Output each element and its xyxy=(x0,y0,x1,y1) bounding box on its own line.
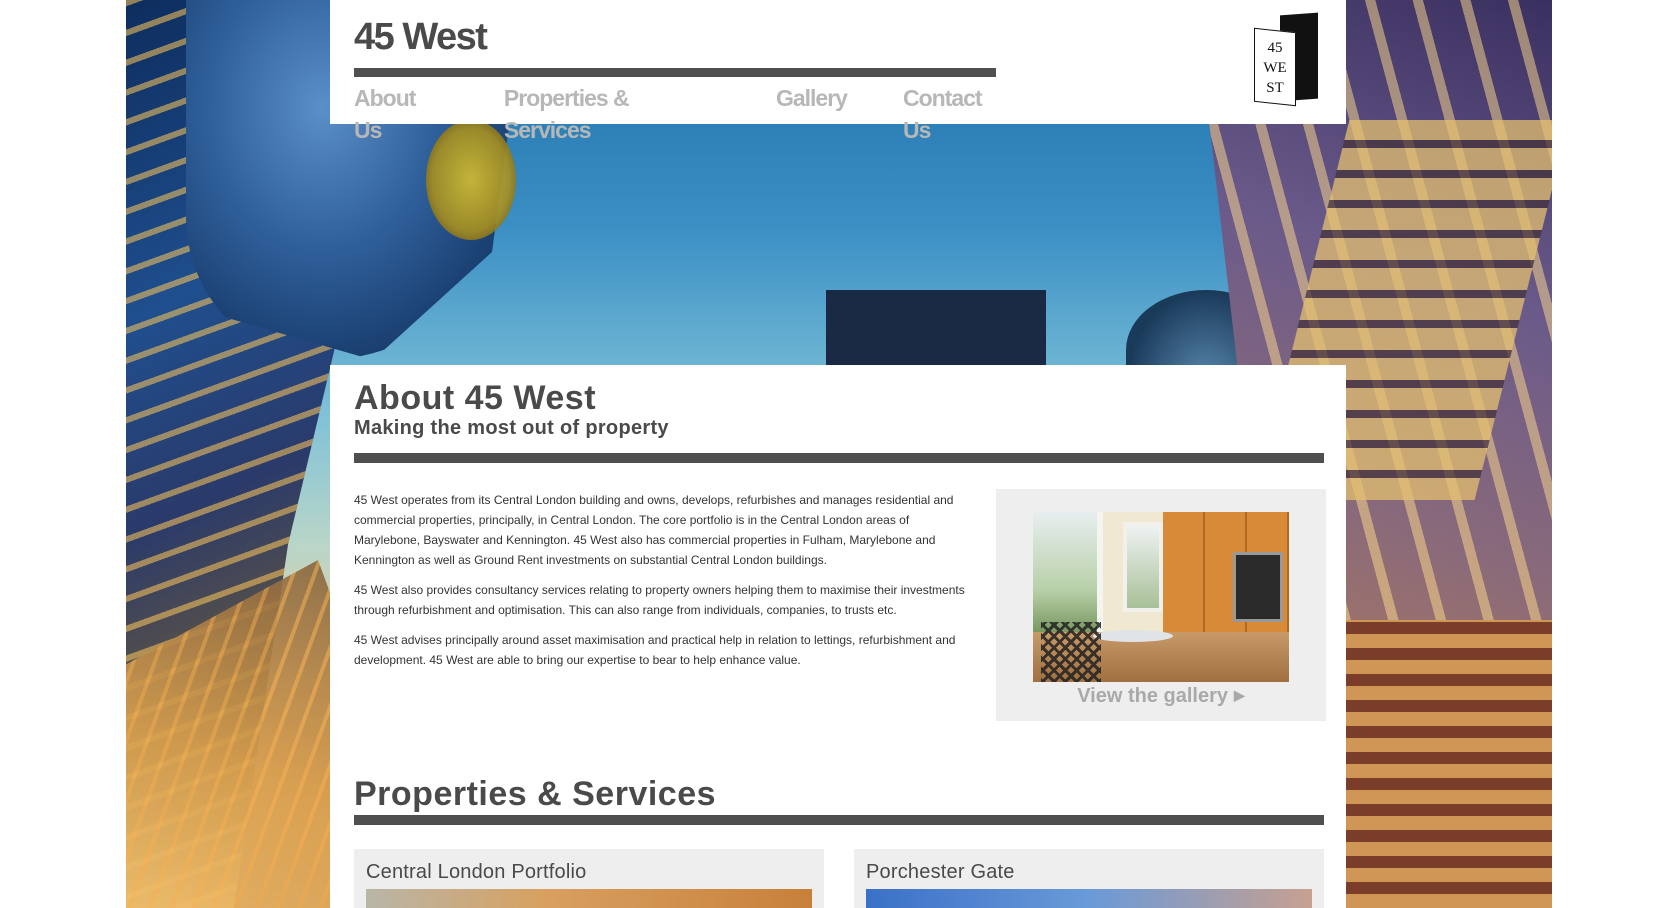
about-paragraph-2: 45 West also provides consultancy servic… xyxy=(354,583,965,617)
gallery-promo: View the gallery ▶ xyxy=(996,489,1326,721)
property-card-thumbnail xyxy=(366,889,812,908)
nav-contact-us[interactable]: Contact Us xyxy=(903,82,1014,143)
kitchen-chair xyxy=(1041,622,1101,682)
play-arrow-icon: ▶ xyxy=(1234,687,1245,703)
property-card-title: Central London Portfolio xyxy=(366,861,587,883)
about-paragraph-1: 45 West operates from its Central London… xyxy=(354,493,954,567)
about-subtitle: Making the most out of property xyxy=(354,417,669,439)
main-content: About 45 West Making the most out of pro… xyxy=(330,365,1346,908)
bg-distant-tower xyxy=(826,290,1046,370)
property-card-thumbnail xyxy=(866,889,1312,908)
logo-text: 45 WE ST xyxy=(1263,40,1287,96)
about-title: About 45 West xyxy=(354,379,597,417)
nav-gallery[interactable]: Gallery xyxy=(776,82,848,114)
kitchen-oven xyxy=(1233,552,1283,622)
kitchen-window-2 xyxy=(1123,522,1163,612)
property-card-central-london[interactable]: Central London Portfolio xyxy=(354,849,824,908)
properties-services-title: Properties & Services xyxy=(354,775,717,813)
site-header: 45 West About Us Properties & Services G… xyxy=(330,0,1346,143)
main-nav: About Us Properties & Services Gallery C… xyxy=(354,82,1014,143)
nav-about-us[interactable]: About Us xyxy=(354,82,448,143)
view-gallery-link[interactable]: View the gallery ▶ xyxy=(996,685,1326,708)
kitchen-table xyxy=(1093,630,1173,642)
property-card-porchester-gate[interactable]: Porchester Gate xyxy=(854,849,1324,908)
nav-properties-services[interactable]: Properties & Services xyxy=(504,82,720,143)
gallery-kitchen-image[interactable] xyxy=(1033,512,1289,682)
bg-left-ring xyxy=(426,120,516,240)
about-body: 45 West operates from its Central London… xyxy=(354,490,974,680)
about-paragraph-3: 45 West advises principally around asset… xyxy=(354,633,956,667)
logo-icon[interactable]: 45 WE ST xyxy=(1250,12,1322,107)
about-divider-bar xyxy=(354,453,1324,463)
view-gallery-label: View the gallery xyxy=(1077,685,1229,707)
site-brand[interactable]: 45 West xyxy=(354,16,488,59)
properties-divider-bar xyxy=(354,815,1324,825)
property-card-title: Porchester Gate xyxy=(866,861,1015,883)
brand-underline-bar xyxy=(354,68,996,77)
page: 45 West About Us Properties & Services G… xyxy=(0,0,1678,908)
